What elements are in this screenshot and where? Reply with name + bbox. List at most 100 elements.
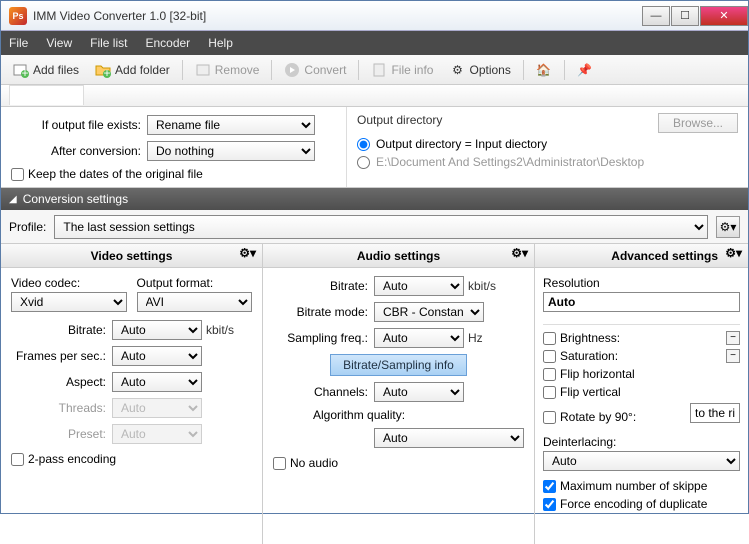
- video-head-label: Video settings: [91, 249, 173, 263]
- menu-encoder[interactable]: Encoder: [145, 36, 190, 50]
- aspect-label: Aspect:: [11, 375, 106, 389]
- resolution-input[interactable]: [543, 292, 740, 312]
- convert-button[interactable]: Convert: [278, 59, 352, 81]
- home-button[interactable]: 🏠: [530, 59, 558, 81]
- max-skip-label: Maximum number of skippe: [560, 479, 740, 493]
- if-exists-select[interactable]: Rename file: [147, 115, 315, 135]
- deint-select[interactable]: Auto: [543, 451, 740, 471]
- profile-select[interactable]: The last session settings: [54, 215, 708, 239]
- video-codec-select[interactable]: Xvid: [11, 292, 127, 312]
- separator: [358, 60, 359, 80]
- force-dup-checkbox[interactable]: [543, 498, 556, 511]
- separator: [182, 60, 183, 80]
- brightness-minus[interactable]: −: [726, 331, 740, 345]
- toolbar: + Add files + Add folder Remove Convert …: [1, 55, 748, 85]
- no-audio-label: No audio: [290, 456, 338, 470]
- aspect-select[interactable]: Auto: [112, 372, 202, 392]
- fliph-checkbox[interactable]: [543, 368, 556, 381]
- threads-label: Threads:: [11, 401, 106, 415]
- twopass-checkbox[interactable]: [11, 453, 24, 466]
- output-format-select[interactable]: AVI: [137, 292, 253, 312]
- menu-help[interactable]: Help: [208, 36, 233, 50]
- menu-filelist[interactable]: File list: [90, 36, 127, 50]
- no-audio-checkbox[interactable]: [273, 457, 286, 470]
- menubar: File View File list Encoder Help: [1, 31, 748, 55]
- outdir-same-label: Output directory = Input diectory: [376, 137, 547, 151]
- pin-button[interactable]: 📌: [571, 59, 599, 81]
- flipv-checkbox[interactable]: [543, 386, 556, 399]
- sampling-unit: Hz: [468, 331, 483, 345]
- bitrate-sampling-info-button[interactable]: Bitrate/Sampling info: [330, 354, 467, 376]
- outdir-path-radio[interactable]: [357, 156, 370, 169]
- brightness-label: Brightness:: [560, 331, 722, 345]
- keep-dates-checkbox[interactable]: [11, 168, 24, 181]
- video-bitrate-label: Bitrate:: [11, 323, 106, 337]
- twopass-label: 2-pass encoding: [28, 452, 116, 466]
- video-bitrate-unit: kbit/s: [206, 323, 234, 337]
- max-skip-checkbox[interactable]: [543, 480, 556, 493]
- video-gear-button[interactable]: ⚙▾: [239, 246, 256, 260]
- file-info-button[interactable]: File info: [365, 59, 439, 81]
- saturation-label: Saturation:: [560, 349, 722, 363]
- rotate-value[interactable]: [690, 403, 740, 423]
- add-files-label: Add files: [33, 63, 79, 77]
- profile-label: Profile:: [9, 220, 46, 234]
- conversion-settings-header[interactable]: ◢ Conversion settings: [1, 188, 748, 210]
- options-button[interactable]: ⚙ Options: [443, 59, 516, 81]
- separator: [271, 60, 272, 80]
- saturation-minus[interactable]: −: [726, 349, 740, 363]
- home-icon: 🏠: [536, 62, 552, 78]
- audio-gear-button[interactable]: ⚙▾: [511, 246, 528, 260]
- bitrate-mode-select[interactable]: CBR - Constant: [374, 302, 484, 322]
- advanced-settings-panel: Advanced settings ⚙▾ Resolution Brightne…: [535, 244, 748, 544]
- saturation-checkbox[interactable]: [543, 350, 556, 363]
- audio-bitrate-unit: kbit/s: [468, 279, 496, 293]
- profile-gear-button[interactable]: ⚙▾: [716, 216, 740, 238]
- after-conv-select[interactable]: Do nothing: [147, 141, 315, 161]
- fps-label: Frames per sec.:: [11, 349, 106, 363]
- algo-label: Algorithm quality:: [313, 408, 405, 422]
- adv-gear-button[interactable]: ⚙▾: [725, 246, 742, 260]
- tab-empty[interactable]: [9, 85, 84, 105]
- menu-view[interactable]: View: [46, 36, 72, 50]
- audio-bitrate-select[interactable]: Auto: [374, 276, 464, 296]
- conv-header-label: Conversion settings: [23, 192, 128, 206]
- convert-label: Convert: [304, 63, 346, 77]
- rotate-checkbox[interactable]: [543, 411, 556, 424]
- window-title: IMM Video Converter 1.0 [32-bit]: [33, 9, 641, 23]
- gear-icon: ⚙: [449, 62, 465, 78]
- convert-icon: [284, 62, 300, 78]
- remove-icon: [195, 62, 211, 78]
- algo-select[interactable]: Auto: [374, 428, 524, 448]
- outdir-same-radio[interactable]: [357, 138, 370, 151]
- add-folder-label: Add folder: [115, 63, 170, 77]
- channels-select[interactable]: Auto: [374, 382, 464, 402]
- add-files-button[interactable]: + Add files: [7, 59, 85, 81]
- add-folder-button[interactable]: + Add folder: [89, 59, 176, 81]
- bitrate-mode-label: Bitrate mode:: [273, 305, 368, 319]
- remove-label: Remove: [215, 63, 260, 77]
- maximize-button[interactable]: ☐: [671, 6, 699, 26]
- pin-icon: 📌: [577, 62, 593, 78]
- svg-text:+: +: [21, 66, 28, 78]
- add-files-icon: +: [13, 62, 29, 78]
- channels-label: Channels:: [273, 385, 368, 399]
- sampling-select[interactable]: Auto: [374, 328, 464, 348]
- if-exists-label: If output file exists:: [11, 118, 141, 132]
- separator: [564, 60, 565, 80]
- adv-head-label: Advanced settings: [611, 249, 718, 263]
- svg-text:+: +: [104, 66, 111, 78]
- file-info-label: File info: [391, 63, 433, 77]
- browse-button[interactable]: Browse...: [658, 113, 738, 133]
- brightness-checkbox[interactable]: [543, 332, 556, 345]
- deint-label: Deinterlacing:: [543, 435, 740, 449]
- minimize-button[interactable]: —: [642, 6, 670, 26]
- output-format-label: Output format:: [137, 276, 253, 290]
- remove-button[interactable]: Remove: [189, 59, 266, 81]
- fps-select[interactable]: Auto: [112, 346, 202, 366]
- file-info-icon: [371, 62, 387, 78]
- preset-label: Preset:: [11, 427, 106, 441]
- menu-file[interactable]: File: [9, 36, 28, 50]
- close-button[interactable]: ✕: [700, 6, 748, 26]
- video-bitrate-select[interactable]: Auto: [112, 320, 202, 340]
